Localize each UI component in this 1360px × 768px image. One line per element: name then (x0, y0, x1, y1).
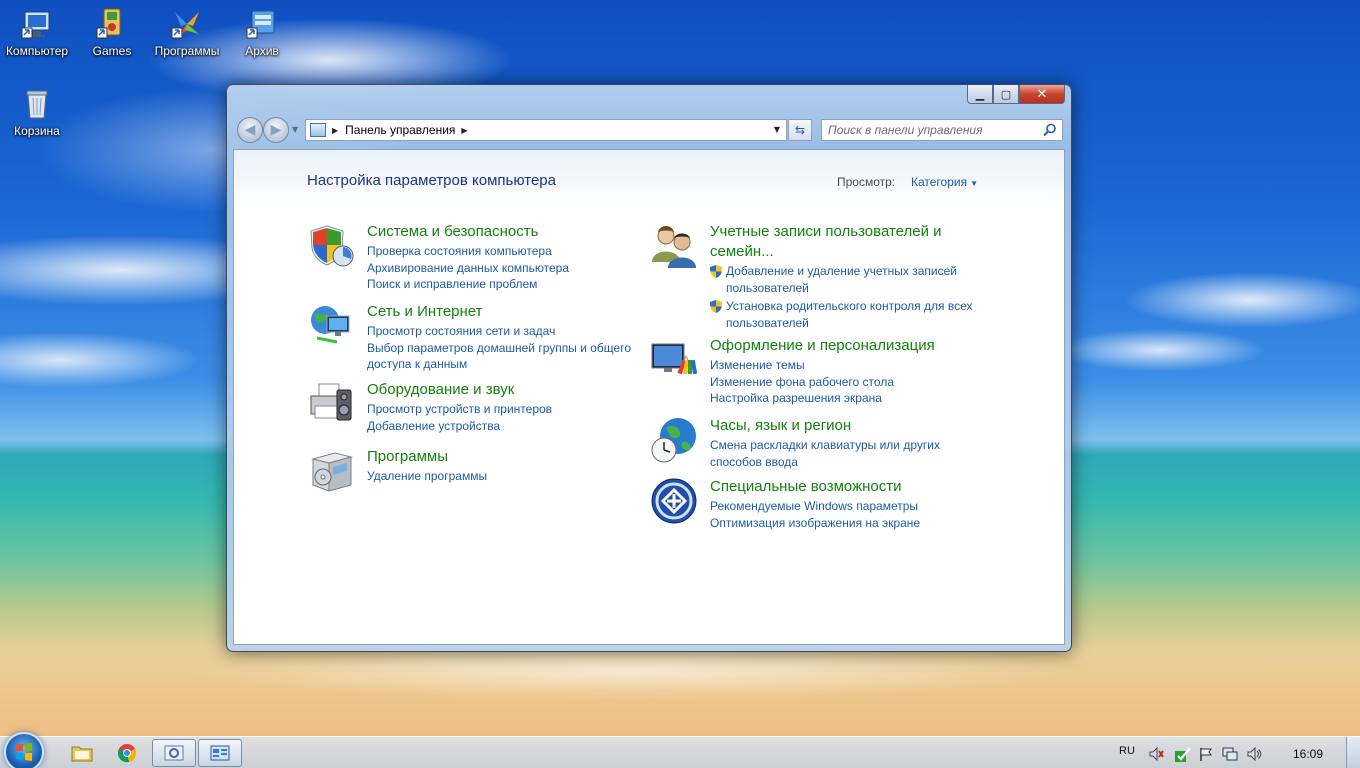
language-indicator[interactable]: RU (1119, 745, 1135, 757)
refresh-button[interactable]: ⇆ (788, 119, 812, 141)
category-link[interactable]: Установка родительского контроля для все… (710, 298, 1000, 331)
category-link[interactable]: Поиск и исправление проблем (367, 276, 657, 293)
category-link-text: Установка родительского контроля для все… (726, 299, 973, 330)
folder-icon (71, 746, 93, 762)
category-link[interactable]: Оптимизация изображения на экране (710, 515, 1000, 532)
taskbar-chrome-button[interactable] (105, 739, 149, 767)
view-label: Просмотр: (837, 175, 896, 189)
volume-icon[interactable] (1246, 746, 1262, 762)
category-link[interactable]: Добавление и удаление учетных записей по… (710, 263, 1000, 296)
chrome-icon (117, 744, 137, 763)
personalization-icon[interactable] (650, 336, 698, 384)
view-mode-value: Категория (911, 175, 968, 189)
start-button[interactable] (4, 732, 44, 768)
programs-icon (171, 8, 203, 40)
show-desktop-button[interactable] (1346, 737, 1360, 768)
navigation-bar: ◀ ▶ ▼ ▶ Панель управления ▶ ▼ ⇆ Поиск в … (235, 117, 1063, 143)
network-globe-icon[interactable] (307, 302, 355, 350)
maximize-button[interactable]: ▢ (993, 85, 1019, 104)
category-link[interactable]: Смена раскладки клавиатуры или других сп… (710, 437, 950, 470)
category-link[interactable]: Рекомендуемые Windows параметры (710, 498, 1000, 515)
desktop-icon-label: Архив (245, 44, 279, 58)
printer-icon[interactable] (307, 380, 355, 428)
users-icon[interactable] (650, 222, 698, 270)
category-link-text: Добавление и удаление учетных записей по… (726, 264, 958, 295)
taskbar-control-panel-button[interactable] (198, 739, 242, 767)
clock-time[interactable]: 16:09 (1293, 747, 1323, 761)
search-placeholder: Поиск в панели управления (828, 123, 983, 137)
speaker-muted-icon[interactable] (1148, 746, 1164, 762)
chevron-down-icon: ▼ (970, 179, 979, 188)
recent-pages-dropdown[interactable]: ▼ (292, 125, 298, 134)
update-check-icon[interactable] (1174, 745, 1192, 763)
category-link[interactable]: Изменение темы (710, 357, 1000, 374)
refresh-icon: ⇆ (794, 123, 806, 137)
desktop-icon-computer[interactable]: Компьютер (1, 8, 73, 58)
category-title[interactable]: Сеть и Интернет (367, 302, 657, 322)
network-icon[interactable] (1221, 746, 1239, 762)
page-title: Настройка параметров компьютера (307, 172, 556, 189)
recycle-bin-icon (21, 88, 53, 120)
desktop-icon-label: Games (92, 44, 132, 58)
action-center-flag-icon[interactable] (1198, 746, 1214, 762)
category-title[interactable]: Программы (367, 447, 657, 467)
breadcrumb-separator-icon[interactable]: ▶ (332, 126, 338, 135)
arrow-right-icon: ▶ (270, 122, 282, 138)
desktop-icon-label: Программы (154, 44, 220, 58)
settings-window-icon (164, 745, 184, 761)
search-input[interactable]: Поиск в панели управления (821, 119, 1063, 141)
uac-shield-icon (710, 265, 722, 278)
category-link[interactable]: Просмотр устройств и принтеров (367, 401, 657, 418)
category-link[interactable]: Удаление программы (367, 468, 657, 485)
breadcrumb-separator-icon[interactable]: ▶ (461, 126, 467, 135)
control-panel-icon (210, 745, 230, 761)
category-link[interactable]: Выбор параметров домашней группы и общег… (367, 340, 657, 373)
desktop-icon-label: Корзина (14, 124, 60, 138)
archive-icon (246, 8, 278, 40)
arrow-left-icon: ◀ (244, 122, 256, 138)
address-dropdown-icon[interactable]: ▼ (774, 125, 780, 134)
category-title[interactable]: Система и безопасность (367, 222, 657, 242)
category-link[interactable]: Настройка разрешения экрана (710, 390, 1000, 407)
view-mode-dropdown[interactable]: Категория ▼ (911, 175, 978, 189)
taskbar: RU 16:09 (0, 732, 1360, 768)
desktop-icon-recycle-bin[interactable]: Корзина (1, 88, 73, 138)
close-button[interactable]: ✕ (1019, 85, 1065, 104)
category-title[interactable]: Часы, язык и регион (710, 416, 1000, 436)
shield-system-icon[interactable] (307, 222, 355, 270)
desktop-icon-archive[interactable]: Архив (226, 8, 298, 58)
control-panel-window: ▁ ▢ ✕ ◀ ▶ ▼ ▶ Панель управления ▶ ▼ ⇆ По… (226, 84, 1072, 652)
accessibility-icon[interactable] (650, 477, 698, 525)
category-link[interactable]: Просмотр состояния сети и задач (367, 323, 657, 340)
content-area: Настройка параметров компьютера Просмотр… (233, 149, 1065, 645)
taskbar-explorer-button[interactable] (60, 739, 104, 767)
taskbar-app-button[interactable] (152, 739, 196, 767)
category-link[interactable]: Добавление устройства (367, 418, 657, 435)
minimize-button[interactable]: ▁ (967, 85, 993, 104)
category-link[interactable]: Архивирование данных компьютера (367, 260, 657, 277)
computer-icon (21, 8, 53, 40)
category-title[interactable]: Оборудование и звук (367, 380, 657, 400)
category-link[interactable]: Проверка состояния компьютера (367, 243, 657, 260)
breadcrumb-control-panel[interactable]: Панель управления (345, 123, 455, 137)
programs-box-icon[interactable] (307, 447, 355, 495)
desktop-icon-programs[interactable]: Программы (151, 8, 223, 58)
back-button[interactable]: ◀ (237, 117, 263, 143)
games-icon (96, 8, 128, 40)
clock-globe-icon[interactable] (650, 416, 698, 464)
category-title[interactable]: Оформление и персонализация (710, 336, 1000, 356)
category-title[interactable]: Учетные записи пользователей и семейн... (710, 222, 960, 262)
windows-logo-icon (16, 743, 32, 761)
control-panel-icon (310, 123, 326, 137)
address-bar[interactable]: ▶ Панель управления ▶ ▼ (305, 119, 787, 141)
caption-buttons: ▁ ▢ ✕ (967, 85, 1065, 105)
category-title[interactable]: Специальные возможности (710, 477, 1000, 497)
desktop-icon-games[interactable]: Games (76, 8, 148, 58)
forward-button[interactable]: ▶ (263, 117, 289, 143)
uac-shield-icon (710, 300, 722, 313)
desktop-icon-label: Компьютер (5, 44, 69, 58)
search-icon[interactable] (1043, 123, 1057, 137)
category-link[interactable]: Изменение фона рабочего стола (710, 374, 1000, 391)
